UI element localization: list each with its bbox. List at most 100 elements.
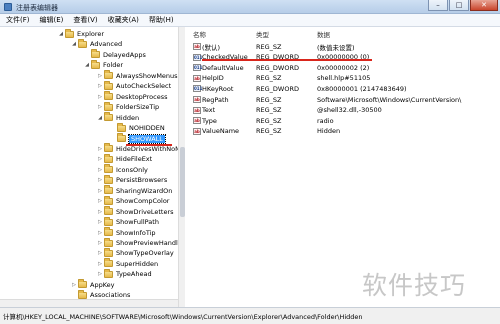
tree-node[interactable]: ◢ Hidden (97, 112, 139, 123)
registry-app-icon (4, 3, 12, 11)
tree-node[interactable]: ▷ HideFileExt (97, 153, 153, 164)
string-value-icon: ab (193, 117, 201, 125)
tree-node[interactable]: ▷ ShowDriveLetters (97, 206, 174, 217)
expand-arrow-icon[interactable]: ▷ (97, 240, 103, 246)
value-type: REG_SZ (256, 42, 282, 51)
expand-arrow-icon[interactable]: ▷ (97, 94, 103, 100)
menu-favorites[interactable]: 收藏夹(A) (108, 14, 139, 26)
tree-node[interactable]: ▷ FolderSizeTip (97, 101, 159, 112)
tree-node[interactable]: ◢ Explorer (58, 28, 104, 39)
column-header-name[interactable]: 名称 (193, 29, 206, 39)
folder-icon (78, 289, 87, 299)
tree-node[interactable]: ▷ PersistBrowsers (97, 174, 168, 185)
tree-vertical-scrollbar[interactable] (178, 27, 185, 307)
expand-arrow-icon[interactable]: ▷ (97, 73, 103, 79)
tree-node[interactable]: ▷ DesktopProcess (97, 91, 167, 102)
expand-arrow-icon[interactable]: ▷ (97, 83, 103, 89)
tree-node-label: ShowDriveLetters (116, 207, 174, 216)
tree-node[interactable]: ◢ Folder (84, 59, 123, 70)
binary-value-icon: 011 (193, 64, 203, 72)
menu-file[interactable]: 文件(F) (6, 14, 30, 26)
tree-node-label: DelayedApps (103, 50, 146, 59)
string-value-icon: ab (193, 127, 201, 135)
tree-node[interactable]: ▷ ShowFullPath (97, 216, 159, 227)
tree-node[interactable]: ▷ SuperHidden (97, 258, 158, 269)
value-row[interactable]: ab ValueName REG_SZ Hidden (188, 126, 500, 137)
folder-icon (104, 143, 113, 153)
tree-node[interactable]: DelayedApps (84, 49, 146, 60)
tree-node[interactable]: ▷ ShowInfoTip (97, 227, 156, 238)
tree-node[interactable]: ▷ ShowTypeOverlay (97, 247, 174, 258)
value-row[interactable]: ab RegPath REG_SZ Software\Microsoft\Window… (188, 94, 500, 105)
menu-help[interactable]: 帮助(H) (149, 14, 174, 26)
tree-node-label: AlwaysShowMenus (116, 71, 178, 80)
folder-icon (117, 122, 126, 132)
tree-node-label: ShowTypeOverlay (116, 249, 174, 258)
string-value-icon: ab (193, 74, 201, 82)
expand-arrow-icon[interactable]: ◢ (58, 31, 64, 37)
expand-arrow-icon[interactable]: ▷ (97, 209, 103, 215)
tree-node[interactable]: ▷ ShowCompColor (97, 195, 169, 206)
binary-value-icon: 011 (193, 53, 203, 61)
registry-values-list: 名称 类型 数据 ab (默认) REG_SZ (数值未设置) 011 CheckedVa… (188, 27, 500, 307)
folder-icon (104, 80, 113, 90)
tree-node[interactable]: ▷ SharingWizardOn (97, 185, 172, 196)
value-row[interactable]: ab (默认) REG_SZ (数值未设置) (188, 41, 500, 52)
value-row[interactable]: ab HelpID REG_SZ shell.hlp#51105 (188, 73, 500, 84)
value-name: DefaultValue (202, 63, 244, 72)
expand-arrow-icon[interactable]: ◢ (97, 115, 103, 121)
column-header-data[interactable]: 数据 (317, 29, 330, 39)
tree-node[interactable]: ▷ AutoCheckSelect (97, 80, 172, 91)
value-type: REG_SZ (256, 127, 282, 136)
folder-icon (104, 70, 113, 80)
folder-icon (78, 279, 87, 289)
folder-icon (91, 49, 100, 59)
value-type: REG_SZ (256, 95, 282, 104)
expand-arrow-icon[interactable]: ▷ (97, 167, 103, 173)
tree-scroll-thumb[interactable] (180, 147, 185, 217)
tree-node[interactable]: ▷ ShowPreviewHandle (97, 237, 182, 248)
tree-node-label: AutoCheckSelect (116, 82, 172, 91)
menu-edit[interactable]: 编辑(E) (40, 14, 64, 26)
expand-arrow-icon[interactable]: ▷ (97, 198, 103, 204)
close-button[interactable]: ✕ (470, 0, 498, 11)
value-row[interactable]: ab Text REG_SZ @shell32.dll,-30500 (188, 105, 500, 116)
expand-arrow-icon[interactable]: ▷ (97, 271, 103, 277)
tree-horizontal-scrollbar[interactable] (0, 299, 178, 307)
tree-node[interactable]: ◢ Advanced (71, 38, 122, 49)
tree-node-label: SHOWALL (128, 133, 166, 144)
expand-arrow-icon[interactable]: ▷ (71, 282, 77, 288)
registry-key-tree[interactable]: ◢ Explorer ◢ Advanced DelayedApps ◢ Folder ▷ Alw… (0, 27, 185, 307)
expand-arrow-icon[interactable]: ▷ (97, 146, 103, 152)
expand-arrow-icon[interactable]: ▷ (97, 104, 103, 110)
expand-arrow-icon[interactable]: ◢ (71, 41, 77, 47)
expand-arrow-icon[interactable]: ▷ (97, 219, 103, 225)
tree-node[interactable]: ▷ AppKey (71, 279, 115, 290)
expand-arrow-icon[interactable]: ◢ (84, 62, 90, 68)
expand-arrow-icon[interactable]: ▷ (97, 261, 103, 267)
value-row[interactable]: 011 HKeyRoot REG_DWORD 0x80000001 (21474836… (188, 83, 500, 94)
expand-arrow-icon[interactable]: ▷ (97, 156, 103, 162)
tree-node-label: AppKey (90, 280, 115, 289)
tree-node-label: HideFileExt (116, 155, 153, 164)
expand-arrow-icon[interactable]: ▷ (97, 250, 103, 256)
tree-node-label: IconsOnly (116, 165, 148, 174)
value-row[interactable]: ab Type REG_SZ radio (188, 115, 500, 126)
tree-node-label: PersistBrowsers (116, 176, 168, 185)
value-data: 0x80000001 (2147483649) (317, 84, 407, 93)
minimize-button[interactable]: – (428, 0, 448, 11)
maximize-button[interactable]: □ (449, 0, 469, 11)
tree-node[interactable]: ▷ HideDrivesWithNoM (97, 143, 181, 154)
tree-node[interactable]: SHOWALL (110, 133, 166, 144)
expand-arrow-icon[interactable]: ▷ (97, 188, 103, 194)
tree-node[interactable]: ▷ IconsOnly (97, 164, 148, 175)
value-name: RegPath (202, 95, 229, 104)
tree-node[interactable]: ▷ AlwaysShowMenus (97, 70, 178, 81)
tree-node[interactable]: ▷ TypeAhead (97, 268, 152, 279)
value-row[interactable]: 011 DefaultValue REG_DWORD 0x00000002 (2) (188, 62, 500, 73)
expand-arrow-icon[interactable]: ▷ (97, 230, 103, 236)
column-header-type[interactable]: 类型 (256, 29, 269, 39)
tree-node[interactable]: NOHIDDEN (110, 122, 165, 133)
expand-arrow-icon[interactable]: ▷ (97, 177, 103, 183)
menu-view[interactable]: 查看(V) (73, 14, 97, 26)
